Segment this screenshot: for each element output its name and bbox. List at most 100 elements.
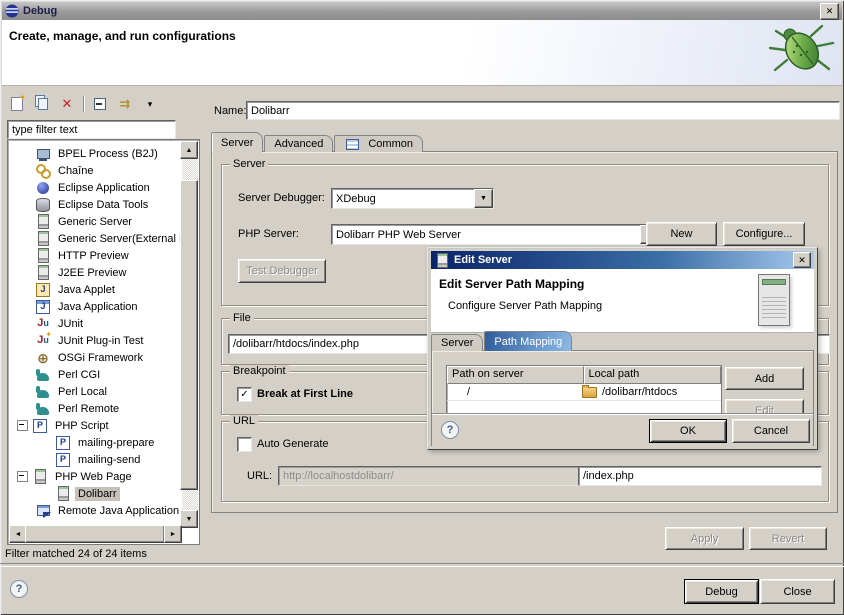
server-icon — [32, 470, 48, 484]
tree-item-label: mailing-send — [75, 453, 143, 467]
collapse-expander-icon[interactable] — [17, 471, 28, 482]
tree-item[interactable]: JuJUnit — [9, 315, 181, 332]
tab-advanced[interactable]: Advanced — [264, 135, 333, 152]
horizontal-scrollbar-thumb[interactable] — [25, 525, 165, 543]
revert-button[interactable]: Revert — [749, 527, 827, 550]
server-icon — [35, 232, 51, 246]
add-button[interactable]: Add — [725, 367, 804, 390]
close-icon[interactable]: ✕ — [793, 252, 811, 268]
dialog-titlebar[interactable]: Edit Server ✕ — [431, 251, 814, 269]
url-base-input[interactable]: http://localhostdolibarr/ — [278, 466, 582, 486]
php-server-select[interactable]: Dolibarr PHP Web Server ▼ — [331, 224, 660, 245]
scroll-right-icon[interactable]: ► — [164, 525, 182, 543]
junit-icon: Ju — [35, 317, 51, 331]
bug-icon — [766, 22, 836, 80]
new-configuration-icon[interactable]: ✦ — [8, 95, 26, 113]
filter-icon[interactable]: ⇉ — [116, 95, 134, 113]
delete-configuration-icon[interactable]: ✕ — [58, 95, 76, 113]
tree-item[interactable]: Pmailing-prepare — [9, 434, 181, 451]
tree-item[interactable]: Generic Server — [9, 213, 181, 230]
tab-server[interactable]: Server — [211, 132, 263, 152]
tree-item-label: BPEL Process (B2J) — [55, 147, 161, 161]
filter-status-text: Filter matched 24 of 24 items — [5, 548, 147, 560]
break-first-line-checkbox[interactable]: ✓ — [237, 387, 252, 402]
window-titlebar[interactable]: Debug ✕ — [2, 2, 842, 20]
column-local-path[interactable]: Local path — [584, 366, 722, 384]
path-mapping-table: Path on server Local path / /dolibarr/ht… — [446, 365, 722, 415]
tab-server[interactable]: Server — [431, 334, 483, 351]
configure-button[interactable]: Configure... — [723, 222, 805, 246]
dialog-title: Edit Server — [454, 254, 512, 266]
path-on-server-cell: / — [447, 386, 582, 398]
file-input-text: /dolibarr/htdocs/index.php — [233, 338, 359, 350]
ok-button[interactable]: OK — [649, 419, 727, 443]
tree-item[interactable]: JJava Application — [9, 298, 181, 315]
folder-icon — [582, 387, 597, 398]
banner-title: Create, manage, and run configurations — [9, 29, 236, 43]
configurations-tree: BPEL Process (B2J) Chaîne Eclipse Applic… — [7, 139, 200, 545]
test-debugger-button[interactable]: Test Debugger — [238, 259, 326, 283]
tree-item[interactable]: Ju✦JUnit Plug-in Test — [9, 332, 181, 349]
tree-item[interactable]: Pmailing-send — [9, 451, 181, 468]
tab-common[interactable]: Common — [334, 135, 423, 152]
close-button[interactable]: Close — [760, 579, 835, 604]
vertical-scrollbar-thumb[interactable] — [180, 180, 198, 490]
edit-server-dialog: Edit Server ✕ Edit Server Path Mapping C… — [427, 247, 818, 450]
tree-item[interactable]: PHP Web Page — [9, 468, 181, 485]
server-tower-image — [758, 274, 790, 326]
tab-path-mapping[interactable]: Path Mapping — [484, 331, 572, 351]
tree-item[interactable]: Perl Remote — [9, 400, 181, 417]
debug-configurations-window: Debug ✕ Create, manage, and run configur… — [0, 0, 844, 615]
tree-item[interactable]: Eclipse Application — [9, 179, 181, 196]
tree-item[interactable]: Chaîne — [9, 162, 181, 179]
tree-item[interactable]: PPHP Script — [9, 417, 181, 434]
cancel-button[interactable]: Cancel — [732, 419, 810, 443]
tree-item[interactable]: Generic Server(External La — [9, 230, 181, 247]
new-server-button[interactable]: New — [646, 222, 717, 246]
help-icon[interactable]: ? — [441, 421, 459, 439]
tree-item[interactable]: ⊕OSGi Framework — [9, 349, 181, 366]
close-icon[interactable]: ✕ — [820, 3, 839, 20]
tree-item[interactable]: HTTP Preview — [9, 247, 181, 264]
tree-item[interactable]: Perl CGI — [9, 366, 181, 383]
chevron-down-icon[interactable]: ▼ — [474, 189, 493, 208]
configuration-tabs: Server Advanced Common — [211, 133, 424, 152]
help-icon[interactable]: ? — [10, 580, 28, 598]
scroll-down-icon[interactable]: ▼ — [180, 510, 198, 528]
scroll-up-icon[interactable]: ▲ — [180, 141, 198, 159]
toolbar-menu-arrow-icon[interactable]: ▾ — [141, 95, 159, 113]
tree-item-label: Dolibarr — [75, 487, 120, 501]
tree-item[interactable]: JJava Applet — [9, 281, 181, 298]
tree-item[interactable]: J2EE Preview — [9, 264, 181, 281]
filter-input[interactable]: type filter text — [7, 120, 176, 139]
server-debugger-select[interactable]: XDebug ▼ — [331, 188, 494, 209]
tree-item-label: PHP Script — [52, 419, 112, 433]
toolbar-separator — [83, 96, 84, 112]
collapse-expander-icon[interactable] — [17, 420, 28, 431]
remote-java-icon — [35, 504, 51, 518]
server-icon — [434, 253, 450, 267]
tree-item-selected[interactable]: Dolibarr — [9, 485, 181, 502]
tab-label: Server — [441, 337, 473, 349]
server-debugger-label: Server Debugger: — [238, 192, 325, 204]
tree-item-label: Perl CGI — [55, 368, 103, 382]
apply-button[interactable]: Apply — [665, 527, 744, 550]
duplicate-configuration-icon[interactable] — [33, 95, 51, 113]
tree-item-label: Generic Server — [55, 215, 135, 229]
collapse-all-icon[interactable] — [91, 95, 109, 113]
eclipse-logo-icon — [5, 4, 19, 18]
debug-button[interactable]: Debug — [684, 579, 759, 604]
table-row[interactable]: / /dolibarr/htdocs — [447, 384, 721, 401]
database-icon — [35, 198, 51, 212]
name-input[interactable]: Dolibarr — [246, 101, 840, 120]
dialog-heading: Edit Server Path Mapping — [439, 277, 584, 291]
url-path-input[interactable]: /index.php — [578, 466, 822, 486]
tree-item[interactable]: Perl Local — [9, 383, 181, 400]
auto-generate-checkbox[interactable] — [237, 437, 252, 452]
footer-separator — [0, 563, 844, 567]
tree-item[interactable]: Remote Java Application — [9, 502, 181, 519]
tree-item[interactable]: Eclipse Data Tools — [9, 196, 181, 213]
column-path-on-server[interactable]: Path on server — [447, 366, 584, 384]
tree-item-label: Generic Server(External La — [55, 232, 194, 246]
tree-item[interactable]: BPEL Process (B2J) — [9, 145, 181, 162]
